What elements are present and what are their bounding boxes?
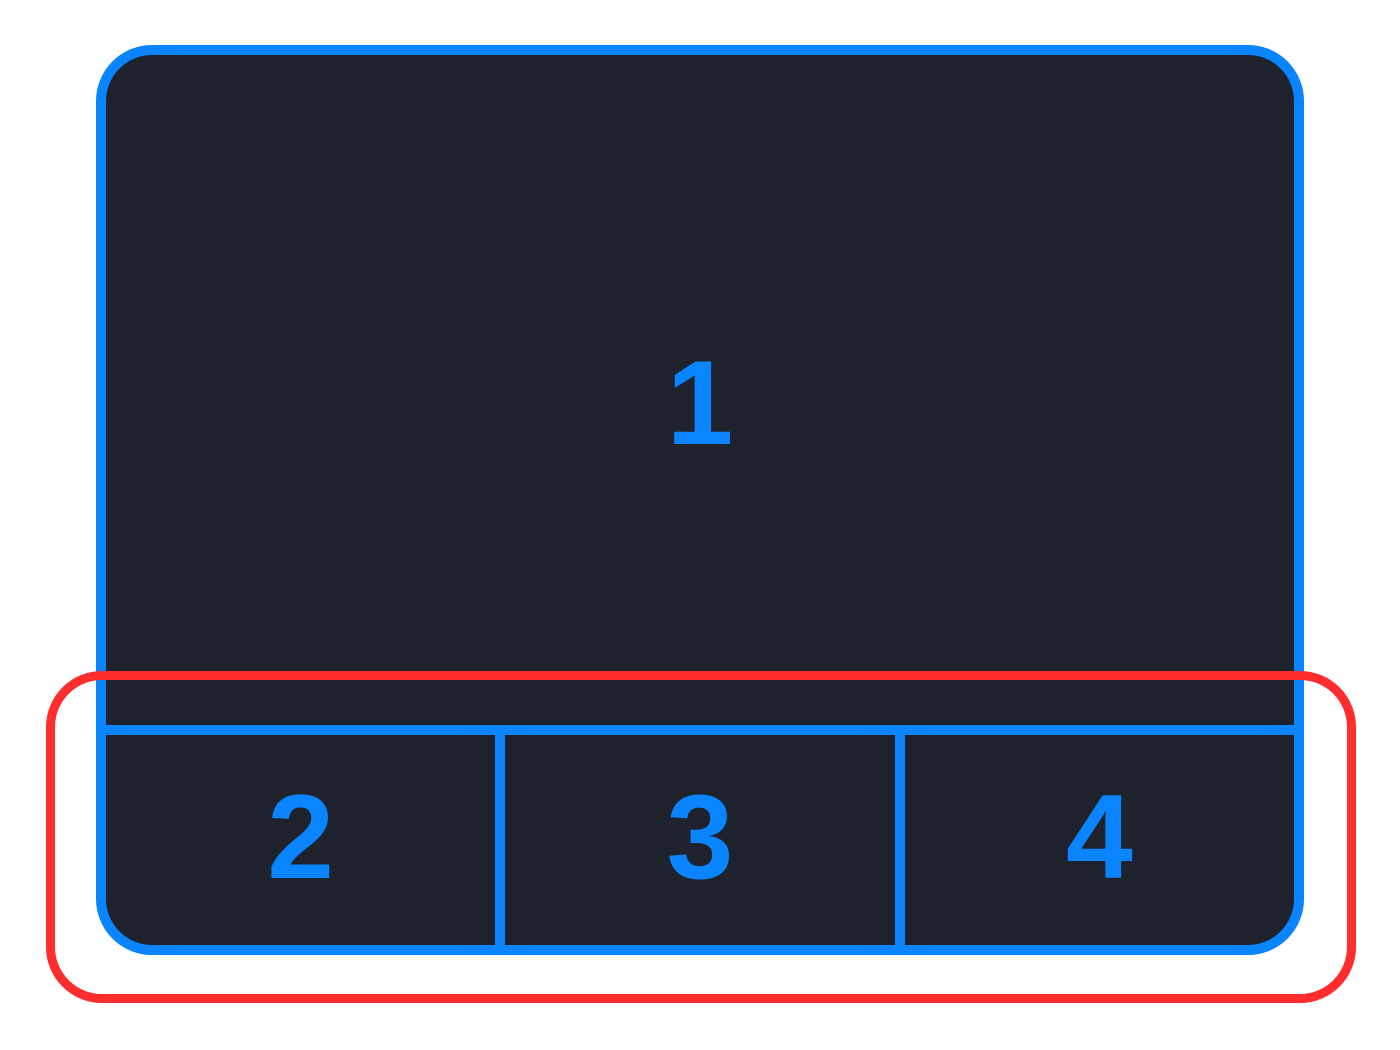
pane-4-label: 4 (1065, 770, 1133, 904)
pane-4: 4 (905, 735, 1294, 945)
vertical-divider (894, 735, 905, 945)
layout-frame: 1 2 3 4 (96, 45, 1304, 955)
pane-1-label: 1 (666, 336, 734, 470)
pane-2-label: 2 (267, 770, 335, 904)
pane-1: 1 (106, 55, 1294, 725)
pane-3: 3 (505, 735, 894, 945)
pane-3-label: 3 (666, 770, 734, 904)
horizontal-divider (106, 725, 1294, 735)
vertical-divider (495, 735, 506, 945)
bottom-pane-row: 2 3 4 (106, 735, 1294, 945)
pane-2: 2 (106, 735, 495, 945)
